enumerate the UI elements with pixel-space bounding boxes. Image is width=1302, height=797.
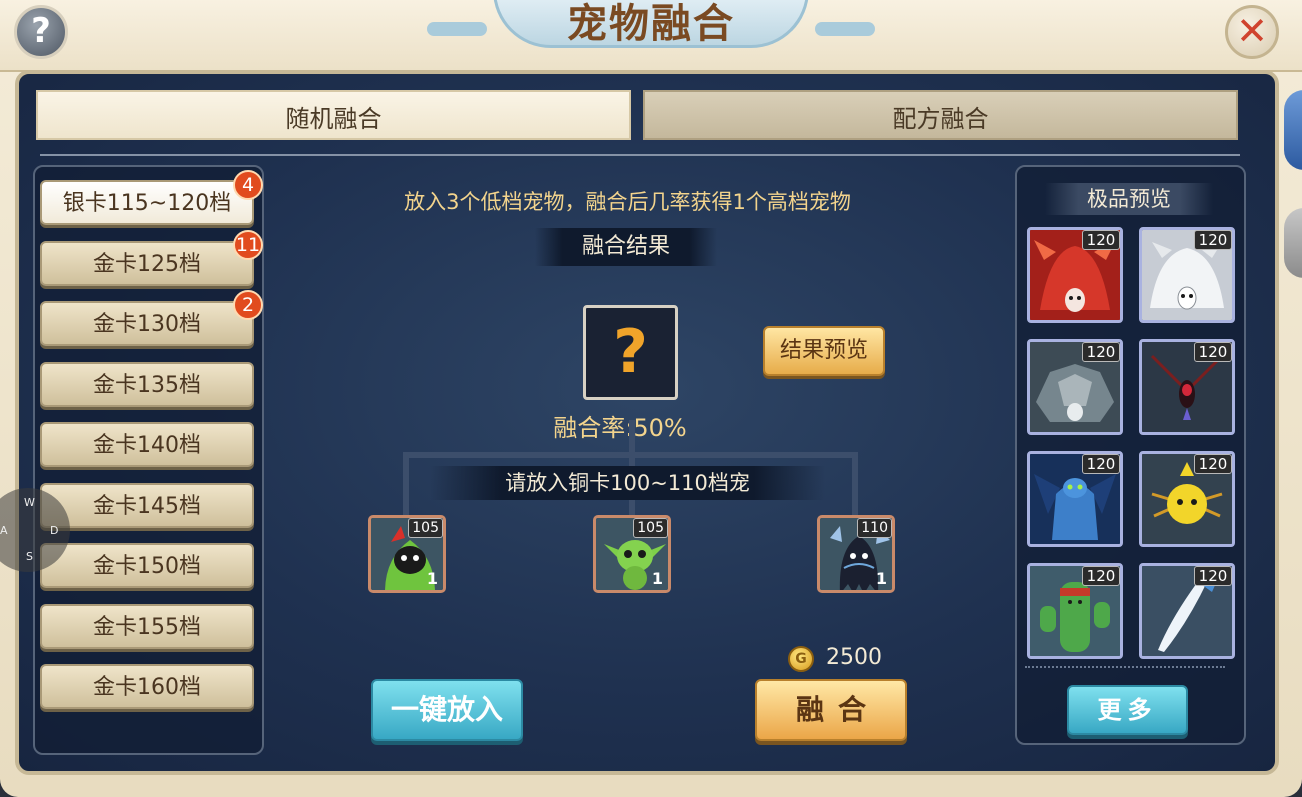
count-badge: 4 — [233, 170, 263, 200]
joystick-down-label: S — [26, 550, 33, 563]
side-menu-orb[interactable] — [1284, 90, 1302, 170]
joystick-left-label: A — [0, 524, 8, 537]
grade-item-gold-125[interactable]: 金卡125档 — [40, 241, 254, 286]
fusion-description: 放入3个低档宠物，融合后几率获得1个高档宠物 — [404, 190, 851, 214]
fusion-result-label: 融合结果 — [535, 228, 717, 266]
title-wing-left — [427, 22, 487, 36]
pet-slot-2[interactable]: 105 1 — [593, 515, 671, 593]
title-wing-right — [815, 22, 875, 36]
pet-level: 120 — [1194, 230, 1232, 250]
count-badge: 2 — [233, 290, 263, 320]
dotted-divider — [1025, 666, 1225, 668]
grade-item-gold-140[interactable]: 金卡140档 — [40, 422, 254, 467]
grade-item-gold-130[interactable]: 金卡130档 — [40, 301, 254, 346]
pet-level: 110 — [857, 518, 892, 538]
question-icon: ? — [31, 11, 51, 51]
pet-count: 1 — [875, 569, 887, 588]
result-preview-button[interactable]: 结果预览 — [763, 326, 885, 376]
premium-pet-7[interactable]: 120 — [1027, 563, 1123, 659]
fusion-rate: 融合率:50% — [553, 414, 687, 442]
joystick-up-label: W — [24, 496, 35, 509]
one-click-place-button[interactable]: 一键放入 — [371, 679, 523, 741]
grade-item-gold-145[interactable]: 金卡145档 — [40, 483, 254, 528]
page-title: 宠物融合 — [567, 1, 735, 47]
more-button[interactable]: 更多 — [1067, 685, 1188, 735]
premium-pet-5[interactable]: 120 — [1027, 451, 1123, 547]
premium-pet-3[interactable]: 120 — [1027, 339, 1123, 435]
pet-level: 120 — [1082, 566, 1120, 586]
pet-level: 120 — [1082, 454, 1120, 474]
pet-level: 120 — [1194, 342, 1232, 362]
premium-pet-2[interactable]: 120 — [1139, 227, 1235, 323]
premium-pet-8[interactable]: 120 — [1139, 563, 1235, 659]
tab-random-fusion[interactable]: 随机融合 — [36, 90, 631, 140]
help-button[interactable]: ? — [14, 5, 68, 59]
tab-recipe-fusion[interactable]: 配方融合 — [643, 90, 1238, 140]
slot-hint: 请放入铜卡100~110档宠 — [430, 466, 825, 500]
close-button[interactable]: ✕ — [1225, 5, 1279, 59]
grade-item-gold-155[interactable]: 金卡155档 — [40, 604, 254, 649]
close-icon: ✕ — [1236, 9, 1268, 53]
pet-slot-3[interactable]: 110 1 — [817, 515, 895, 593]
connector-line — [852, 452, 858, 518]
premium-pet-4[interactable]: 120 — [1139, 339, 1235, 435]
pet-level: 105 — [408, 518, 443, 538]
premium-pet-1[interactable]: 120 — [1027, 227, 1123, 323]
pet-count: 1 — [651, 569, 663, 588]
side-menu-orb[interactable] — [1284, 208, 1302, 278]
pet-level: 105 — [633, 518, 668, 538]
gold-coin-icon: G — [788, 646, 814, 672]
grade-item-silver-115-120[interactable]: 银卡115~120档 — [40, 180, 254, 225]
pet-count: 1 — [426, 569, 438, 588]
premium-preview-title: 极品预览 — [1045, 183, 1213, 215]
count-badge: 11 — [233, 230, 263, 260]
grade-item-gold-160[interactable]: 金卡160档 — [40, 664, 254, 709]
pet-level: 120 — [1082, 230, 1120, 250]
premium-pet-6[interactable]: 120 — [1139, 451, 1235, 547]
fusion-cost: 2500 — [826, 645, 882, 670]
joystick-right-label: D — [50, 524, 59, 537]
grade-item-gold-135[interactable]: 金卡135档 — [40, 362, 254, 407]
unknown-result-icon: ? — [613, 317, 648, 387]
pet-level: 120 — [1194, 454, 1232, 474]
connector-line — [403, 452, 409, 518]
pet-level: 120 — [1194, 566, 1232, 586]
grade-item-gold-150[interactable]: 金卡150档 — [40, 543, 254, 588]
tab-divider — [40, 154, 1240, 156]
fuse-button[interactable]: 融合 — [755, 679, 907, 741]
pet-slot-1[interactable]: 105 1 — [368, 515, 446, 593]
pet-level: 120 — [1082, 342, 1120, 362]
title-plate: 宠物融合 — [493, 0, 809, 48]
fusion-result-slot: ? — [583, 305, 678, 400]
